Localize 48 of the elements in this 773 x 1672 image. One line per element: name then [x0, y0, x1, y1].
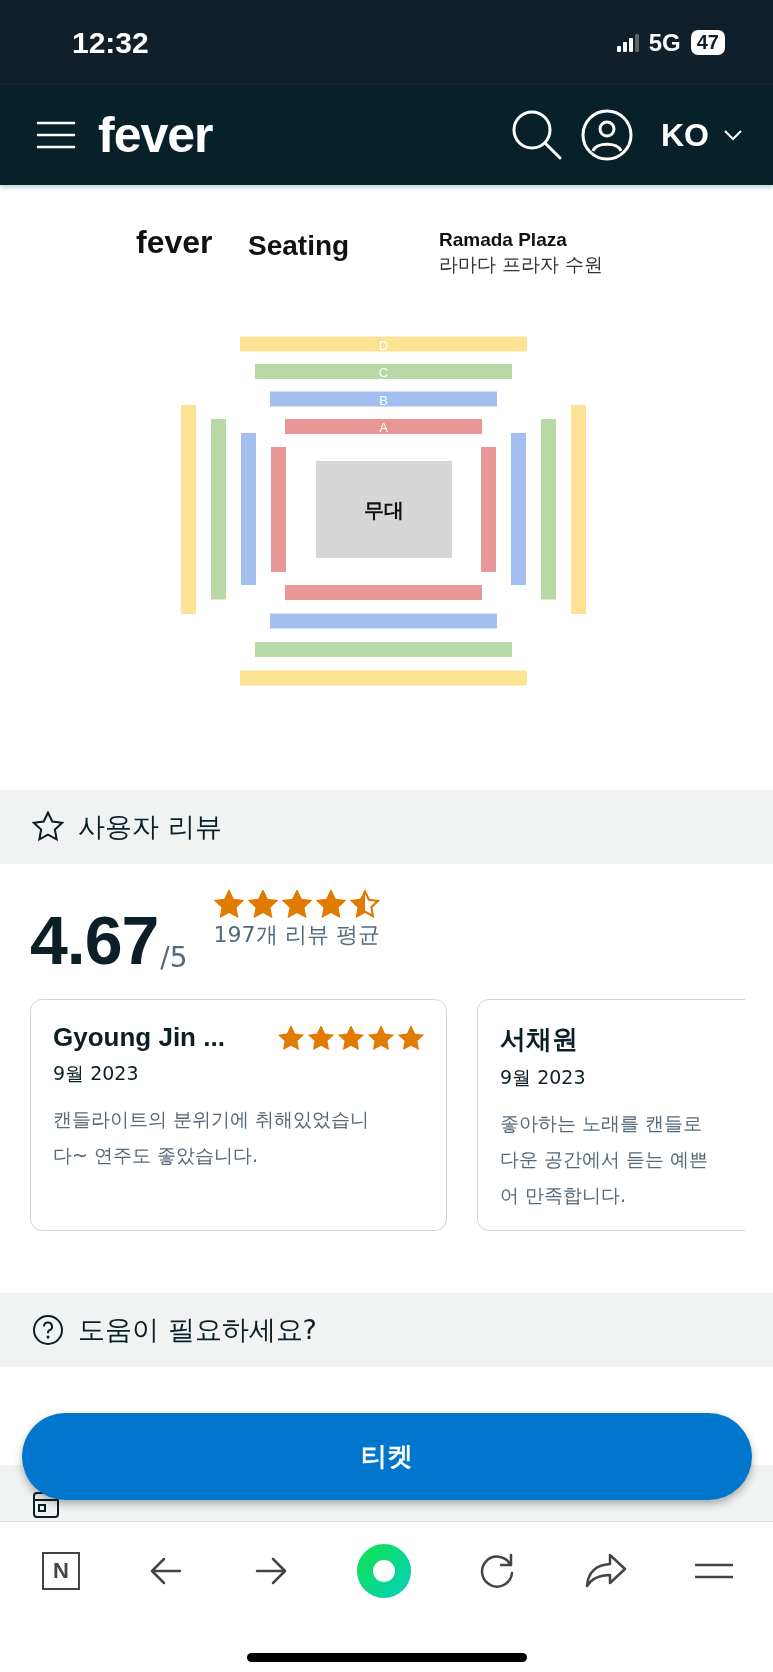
review-text: 캔들라이트의 분위기에 취해있었습니 다~ 연주도 좋았습니다. — [53, 1107, 371, 1168]
star-icon — [213, 890, 244, 918]
review-count: 197개 리뷰 평균 — [213, 921, 380, 949]
n-app-button[interactable]: N — [42, 1552, 80, 1590]
section-label: A — [379, 420, 388, 435]
rating-scale: /5 — [160, 941, 188, 974]
star-icon — [398, 1025, 424, 1050]
venue-name: Ramada Plaza — [439, 229, 567, 250]
star-outline-icon — [32, 811, 64, 843]
fever-seating-logo: fever — [136, 224, 213, 260]
chevron-down-icon — [723, 129, 743, 141]
section-label: B — [379, 392, 388, 408]
rating-score: 4.67 — [30, 906, 159, 974]
fever-logo[interactable]: fever — [98, 110, 213, 160]
star-icon — [247, 890, 278, 918]
review-card[interactable]: Gyoung Jin ... 9월 2023 캔들라이트의 분위기에 취해있었습니 다~ 연주도 좋았습니다. — [30, 999, 447, 1231]
stage-label: 무대 — [364, 498, 404, 522]
star-icon — [281, 890, 312, 918]
account-icon[interactable] — [581, 109, 633, 161]
star-icon — [315, 890, 346, 918]
menu-icon[interactable] — [693, 1561, 735, 1581]
section-label: D — [378, 337, 389, 353]
section-title: 사용자 리뷰 — [78, 810, 222, 844]
review-date: 9월 2023 — [500, 1065, 587, 1090]
search-icon[interactable] — [511, 109, 563, 161]
battery-level: 47 — [690, 30, 725, 55]
question-icon — [32, 1314, 64, 1346]
star-icon — [349, 890, 380, 918]
star-icon — [278, 1025, 304, 1050]
menu-icon[interactable] — [36, 119, 76, 151]
status-time: 12:32 — [72, 25, 149, 60]
star-icon — [368, 1025, 394, 1050]
review-card[interactable]: 서채원 9월 2023 좋아하는 노래를 캔들로 다운 공간에서 듣는 예쁜 어 만족합니다. — [477, 999, 745, 1231]
reviewer-name: 서채원 — [500, 1023, 578, 1056]
star-icon — [338, 1025, 364, 1050]
signal-icon — [616, 33, 639, 52]
seating-title: Seating — [248, 230, 350, 261]
star-icon — [308, 1025, 334, 1050]
language-selector[interactable]: KO — [661, 116, 743, 154]
ticket-button[interactable]: 티켓 — [22, 1413, 752, 1500]
venue-local-name: 라마다 프라자 수원 — [439, 253, 604, 275]
review-text: 좋아하는 노래를 캔들로 다운 공간에서 듣는 예쁜 어 만족합니다. — [500, 1111, 710, 1208]
section-label: C — [378, 365, 389, 380]
review-date: 9월 2023 — [53, 1061, 140, 1086]
reviewer-name: Gyoung Jin ... — [53, 1022, 225, 1053]
section-title: 도움이 필요하세요? — [78, 1313, 317, 1347]
calendar-icon — [32, 1489, 60, 1519]
network-label: 5G — [648, 28, 681, 57]
